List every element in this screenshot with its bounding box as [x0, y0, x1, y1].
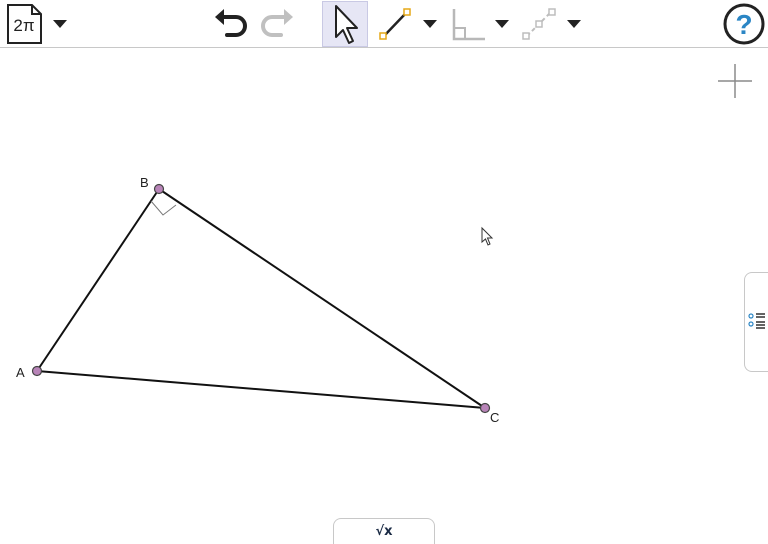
help-icon: ?: [723, 3, 765, 45]
angle-tool-caret[interactable]: [490, 0, 514, 48]
segment-ac[interactable]: [36, 370, 486, 409]
select-tool-button[interactable]: [322, 1, 368, 47]
help-label: ?: [735, 9, 752, 40]
help-button[interactable]: ?: [720, 0, 768, 48]
document-menu-caret[interactable]: [48, 0, 72, 48]
caret-down-icon: [423, 20, 437, 28]
toolbar: 2π ?: [0, 0, 768, 48]
arrow-pointer-icon: [335, 5, 358, 44]
mouse-cursor-icon: [481, 226, 494, 246]
document-button[interactable]: 2π: [4, 0, 44, 48]
undo-button[interactable]: [208, 0, 252, 48]
right-angle-icon: [452, 9, 485, 41]
document-icon: [7, 4, 42, 44]
math-input-tab[interactable]: √x: [333, 518, 435, 544]
right-angle-marker: [150, 200, 177, 216]
point-c-label: C: [490, 410, 499, 425]
caret-down-icon: [495, 20, 509, 28]
redo-button[interactable]: [256, 0, 300, 48]
dashed-line-tool-button[interactable]: [516, 0, 562, 48]
caret-down-icon: [567, 20, 581, 28]
segment-icon: [379, 8, 411, 40]
point-a-label: A: [16, 365, 25, 380]
segment-tool-caret[interactable]: [418, 0, 442, 48]
point-a[interactable]: [31, 365, 43, 377]
dashed-line-tool-caret[interactable]: [562, 0, 586, 48]
point-b[interactable]: [153, 183, 165, 195]
segment-tool-button[interactable]: [372, 0, 418, 48]
angle-tool-button[interactable]: [444, 0, 490, 48]
redo-icon: [261, 9, 293, 37]
segment-ab[interactable]: [36, 188, 160, 372]
dashed-line-icon: [522, 8, 556, 40]
geometry-drawing: A B C: [16, 64, 752, 425]
caret-down-icon: [53, 20, 67, 28]
list-icon: [748, 313, 765, 329]
point-c[interactable]: [479, 402, 491, 414]
algebra-panel-tab[interactable]: [744, 272, 768, 372]
segment-bc[interactable]: [158, 188, 486, 409]
construction-canvas[interactable]: A B C: [0, 49, 768, 542]
point-b-label: B: [140, 175, 149, 190]
math-input-label: √x: [375, 524, 393, 539]
undo-icon: [215, 9, 247, 37]
